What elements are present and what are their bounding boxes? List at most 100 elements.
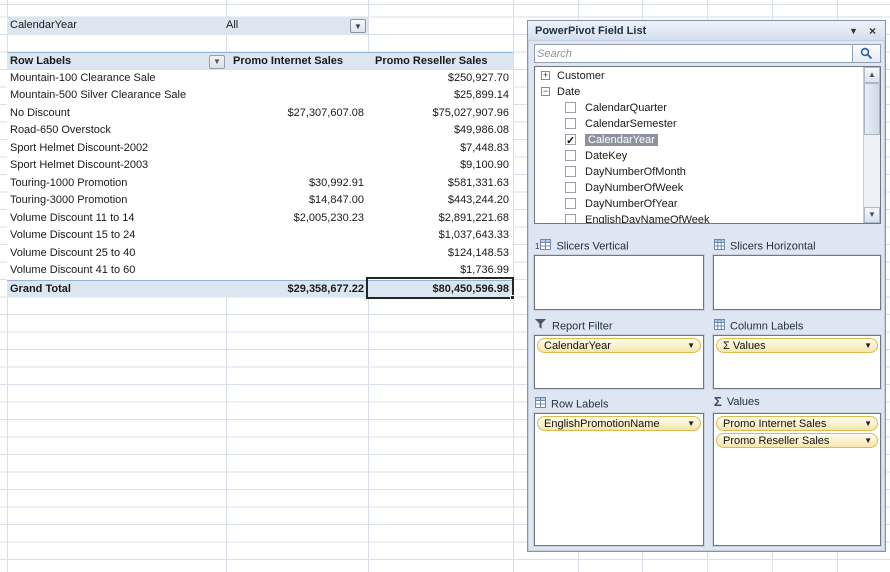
scroll-down-icon[interactable]: ▼ [864, 207, 880, 223]
value-cell[interactable]: $30,992.91 [226, 175, 368, 193]
value-cell[interactable]: $25,899.14 [368, 87, 513, 105]
pivot-table: Row Labels Promo Internet Sales Promo Re… [7, 52, 513, 297]
field-pill[interactable]: CalendarYear ▼ [537, 338, 701, 353]
field-pill-label: Promo Internet Sales [723, 418, 827, 430]
filter-dropdown-button[interactable]: ▼ [350, 18, 366, 33]
value-cell[interactable]: $14,847.00 [226, 192, 368, 210]
field-checkbox[interactable] [565, 213, 576, 223]
row-label-cell[interactable]: Sport Helmet Discount-2002 [7, 140, 226, 158]
pivot-data-row: Road-650 Overstock $49,986.08 [7, 122, 513, 140]
row-label-cell[interactable]: No Discount [7, 105, 226, 123]
field-label[interactable]: DayNumberOfYear [585, 198, 678, 210]
field-label[interactable]: DateKey [585, 150, 627, 162]
field-checkbox[interactable] [565, 101, 576, 113]
value-cell[interactable]: $250,927.70 [368, 70, 513, 88]
field-checkbox[interactable] [565, 181, 576, 193]
pane-menu-button[interactable]: ▼ [846, 24, 861, 38]
scroll-up-icon[interactable]: ▲ [864, 67, 880, 83]
row-label-cell[interactable]: Mountain-500 Silver Clearance Sale [7, 87, 226, 105]
field-pill[interactable]: Σ Values ▼ [716, 338, 878, 353]
pill-dropdown-icon[interactable]: ▼ [864, 417, 872, 430]
fill-handle[interactable] [510, 294, 515, 300]
row-labels-header-cell[interactable]: Row Labels [7, 53, 226, 70]
value-cell[interactable] [226, 157, 368, 175]
collapse-minus-icon[interactable]: − [541, 86, 550, 96]
row-labels-dropzone[interactable]: EnglishPromotionName ▼ [533, 412, 705, 547]
field-checkbox[interactable] [565, 133, 576, 149]
value-cell[interactable] [226, 87, 368, 105]
value-cell[interactable] [226, 245, 368, 263]
value-cell[interactable]: $124,148.53 [368, 245, 513, 263]
filter-value-cell[interactable]: All [226, 19, 238, 31]
tree-field-row: CalendarQuarter [535, 100, 863, 116]
field-checkbox[interactable] [565, 165, 576, 177]
value-cell[interactable]: $2,891,221.68 [368, 210, 513, 228]
pill-dropdown-icon[interactable]: ▼ [864, 434, 872, 447]
field-label[interactable]: CalendarSemester [585, 118, 677, 130]
value-cell[interactable]: $7,448.83 [368, 140, 513, 158]
field-checkbox[interactable] [565, 117, 576, 129]
field-tree-scrollbar[interactable]: ▲ ▼ [863, 67, 880, 223]
expand-plus-icon[interactable]: + [541, 70, 550, 80]
value-cell[interactable]: $27,307,607.08 [226, 105, 368, 123]
value-cell[interactable] [226, 262, 368, 280]
field-pill[interactable]: EnglishPromotionName ▼ [537, 416, 701, 431]
row-label-cell[interactable]: Volume Discount 11 to 14 [7, 210, 226, 228]
field-pill-label: Σ Values [723, 340, 766, 352]
row-label-cell[interactable]: Mountain-100 Clearance Sale [7, 70, 226, 88]
field-label[interactable]: Date [557, 86, 580, 98]
report-filter-dropzone[interactable]: CalendarYear ▼ [533, 334, 705, 390]
slicers-vertical-dropzone[interactable] [533, 254, 705, 311]
value-cell[interactable]: $49,986.08 [368, 122, 513, 140]
value-cell[interactable]: $581,331.63 [368, 175, 513, 193]
field-checkbox[interactable] [565, 149, 576, 161]
field-checkbox[interactable] [565, 197, 576, 209]
search-input[interactable] [537, 46, 849, 61]
filter-field-cell[interactable]: CalendarYear [10, 19, 77, 31]
field-pill[interactable]: Promo Internet Sales ▼ [716, 416, 878, 431]
value-cell[interactable] [226, 227, 368, 245]
grand-total-internet-cell[interactable]: $29,358,677.22 [226, 281, 368, 298]
slicers-vertical-icon: 1 [535, 239, 552, 254]
pill-dropdown-icon[interactable]: ▼ [864, 339, 872, 352]
value-cell[interactable]: $75,027,907.96 [368, 105, 513, 123]
pill-dropdown-icon[interactable]: ▼ [687, 339, 695, 352]
row-label-cell[interactable]: Volume Discount 41 to 60 [7, 262, 226, 280]
column-labels-dropzone[interactable]: Σ Values ▼ [712, 334, 882, 390]
field-label[interactable]: Customer [557, 70, 605, 82]
row-label-cell[interactable]: Road-650 Overstock [7, 122, 226, 140]
row-label-cell[interactable]: Touring-1000 Promotion [7, 175, 226, 193]
value-cell[interactable] [226, 70, 368, 88]
active-cell-selection[interactable] [366, 277, 515, 300]
pane-title-bar[interactable]: PowerPivot Field List ▼ × [528, 21, 885, 41]
column-labels-icon [714, 319, 725, 334]
internet-sales-header-cell[interactable]: Promo Internet Sales [226, 53, 368, 70]
values-dropzone[interactable]: Promo Internet Sales ▼ Promo Reseller Sale… [712, 412, 882, 547]
value-cell[interactable] [226, 122, 368, 140]
search-box [534, 44, 881, 63]
field-label[interactable]: CalendarQuarter [585, 102, 667, 114]
pill-dropdown-icon[interactable]: ▼ [687, 417, 695, 430]
value-cell[interactable]: $443,244.20 [368, 192, 513, 210]
row-label-cell[interactable]: Touring-3000 Promotion [7, 192, 226, 210]
scrollbar-thumb[interactable] [864, 83, 880, 135]
row-label-cell[interactable]: Sport Helmet Discount-2003 [7, 157, 226, 175]
field-label[interactable]: DayNumberOfMonth [585, 166, 686, 178]
row-labels-dropdown-button[interactable]: ▼ [209, 55, 225, 69]
field-label[interactable]: CalendarYear [585, 134, 658, 147]
value-cell[interactable]: $2,005,230.23 [226, 210, 368, 228]
field-label[interactable]: EnglishDayNameOfWeek [585, 214, 710, 223]
value-cell[interactable] [226, 140, 368, 158]
search-button[interactable] [852, 45, 880, 62]
close-icon[interactable]: × [865, 24, 880, 38]
reseller-sales-header-cell[interactable]: Promo Reseller Sales [368, 53, 513, 70]
slicers-horizontal-dropzone[interactable] [712, 254, 882, 311]
field-label[interactable]: DayNumberOfWeek [585, 182, 683, 194]
row-label-cell[interactable]: Volume Discount 25 to 40 [7, 245, 226, 263]
grand-total-label-cell[interactable]: Grand Total [7, 281, 226, 298]
row-label-cell[interactable]: Volume Discount 15 to 24 [7, 227, 226, 245]
field-pill[interactable]: Promo Reseller Sales ▼ [716, 433, 878, 448]
value-cell[interactable]: $9,100.90 [368, 157, 513, 175]
values-label: Σ Values [714, 394, 760, 410]
value-cell[interactable]: $1,037,643.33 [368, 227, 513, 245]
